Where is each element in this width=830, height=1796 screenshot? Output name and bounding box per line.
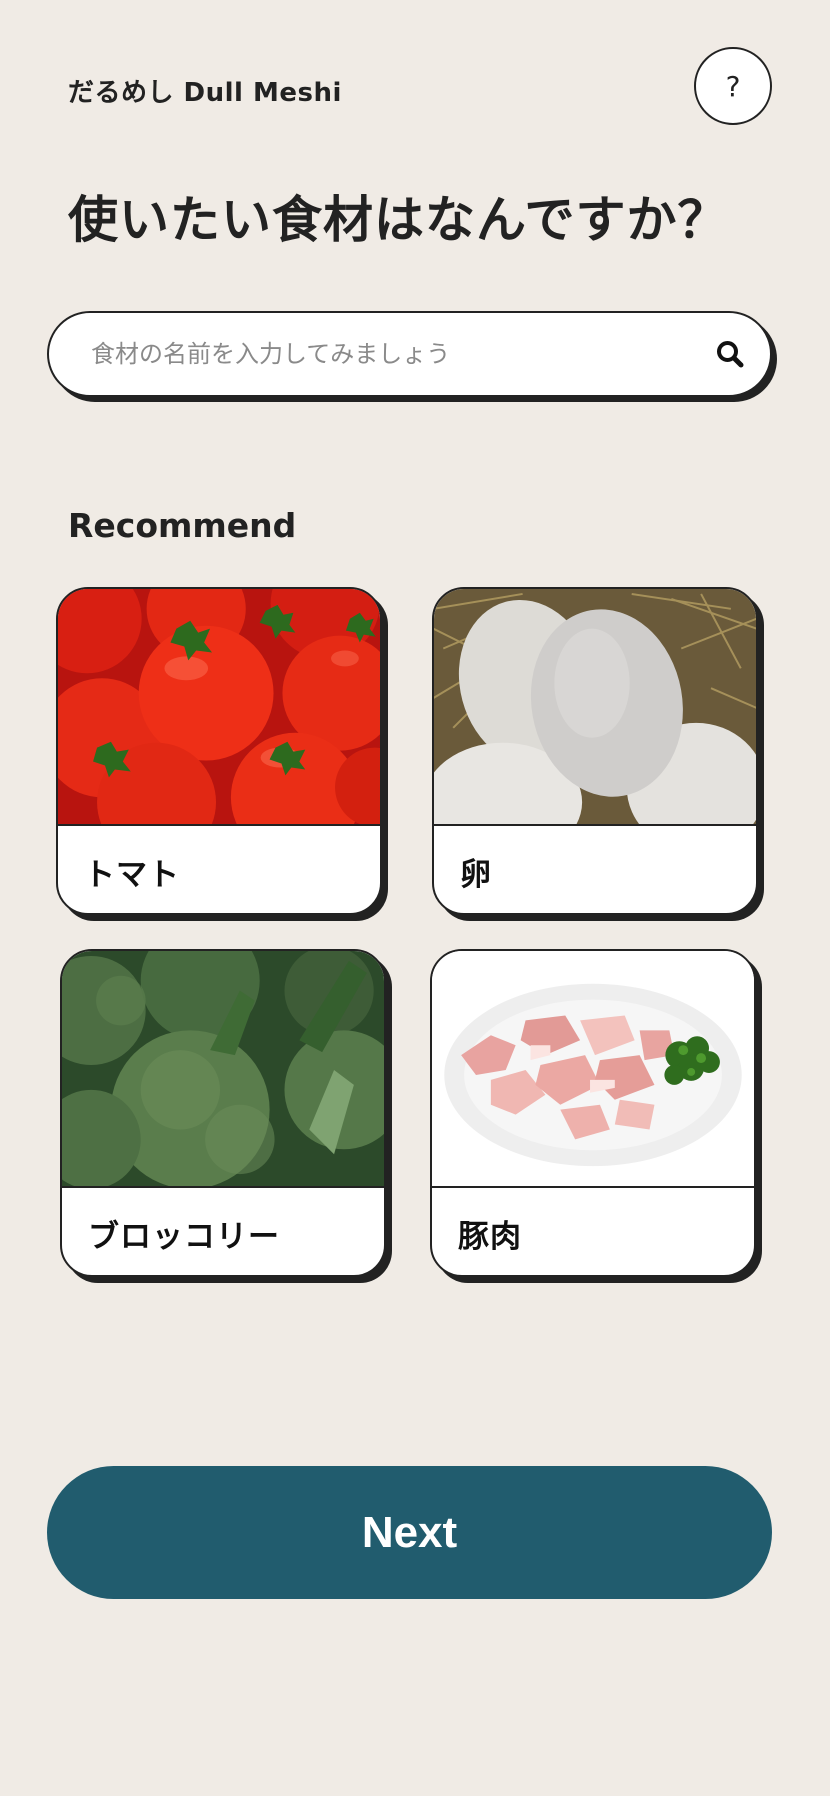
app-title: だるめし Dull Meshi — [68, 78, 342, 108]
pork-photo — [432, 951, 754, 1188]
search-input[interactable] — [49, 313, 690, 395]
help-icon: ? — [725, 69, 741, 103]
recommend-card-broccoli[interactable]: ブロッコリー — [60, 949, 386, 1277]
recommend-card-label: ブロッコリー — [88, 1219, 280, 1255]
search-icon[interactable] — [690, 313, 770, 395]
egg-photo — [434, 589, 756, 826]
recommend-card-label: 卵 — [460, 857, 492, 893]
next-button-label: Next — [361, 1507, 458, 1557]
recommend-heading: Recommend — [68, 506, 297, 545]
recommend-card-label: トマト — [84, 857, 180, 893]
recommend-card-tomato[interactable]: トマト — [56, 587, 382, 915]
tomato-photo — [58, 589, 380, 826]
next-button[interactable]: Next — [47, 1466, 772, 1599]
recommend-card-label: 豚肉 — [458, 1219, 522, 1255]
broccoli-photo — [62, 951, 384, 1188]
recommend-card-egg[interactable]: 卵 — [432, 587, 758, 915]
recommend-card-pork[interactable]: 豚肉 — [430, 949, 756, 1277]
help-button[interactable]: ? — [694, 47, 772, 125]
page-title: 使いたい食材はなんですか？ — [68, 191, 729, 249]
search-bar — [47, 311, 772, 397]
